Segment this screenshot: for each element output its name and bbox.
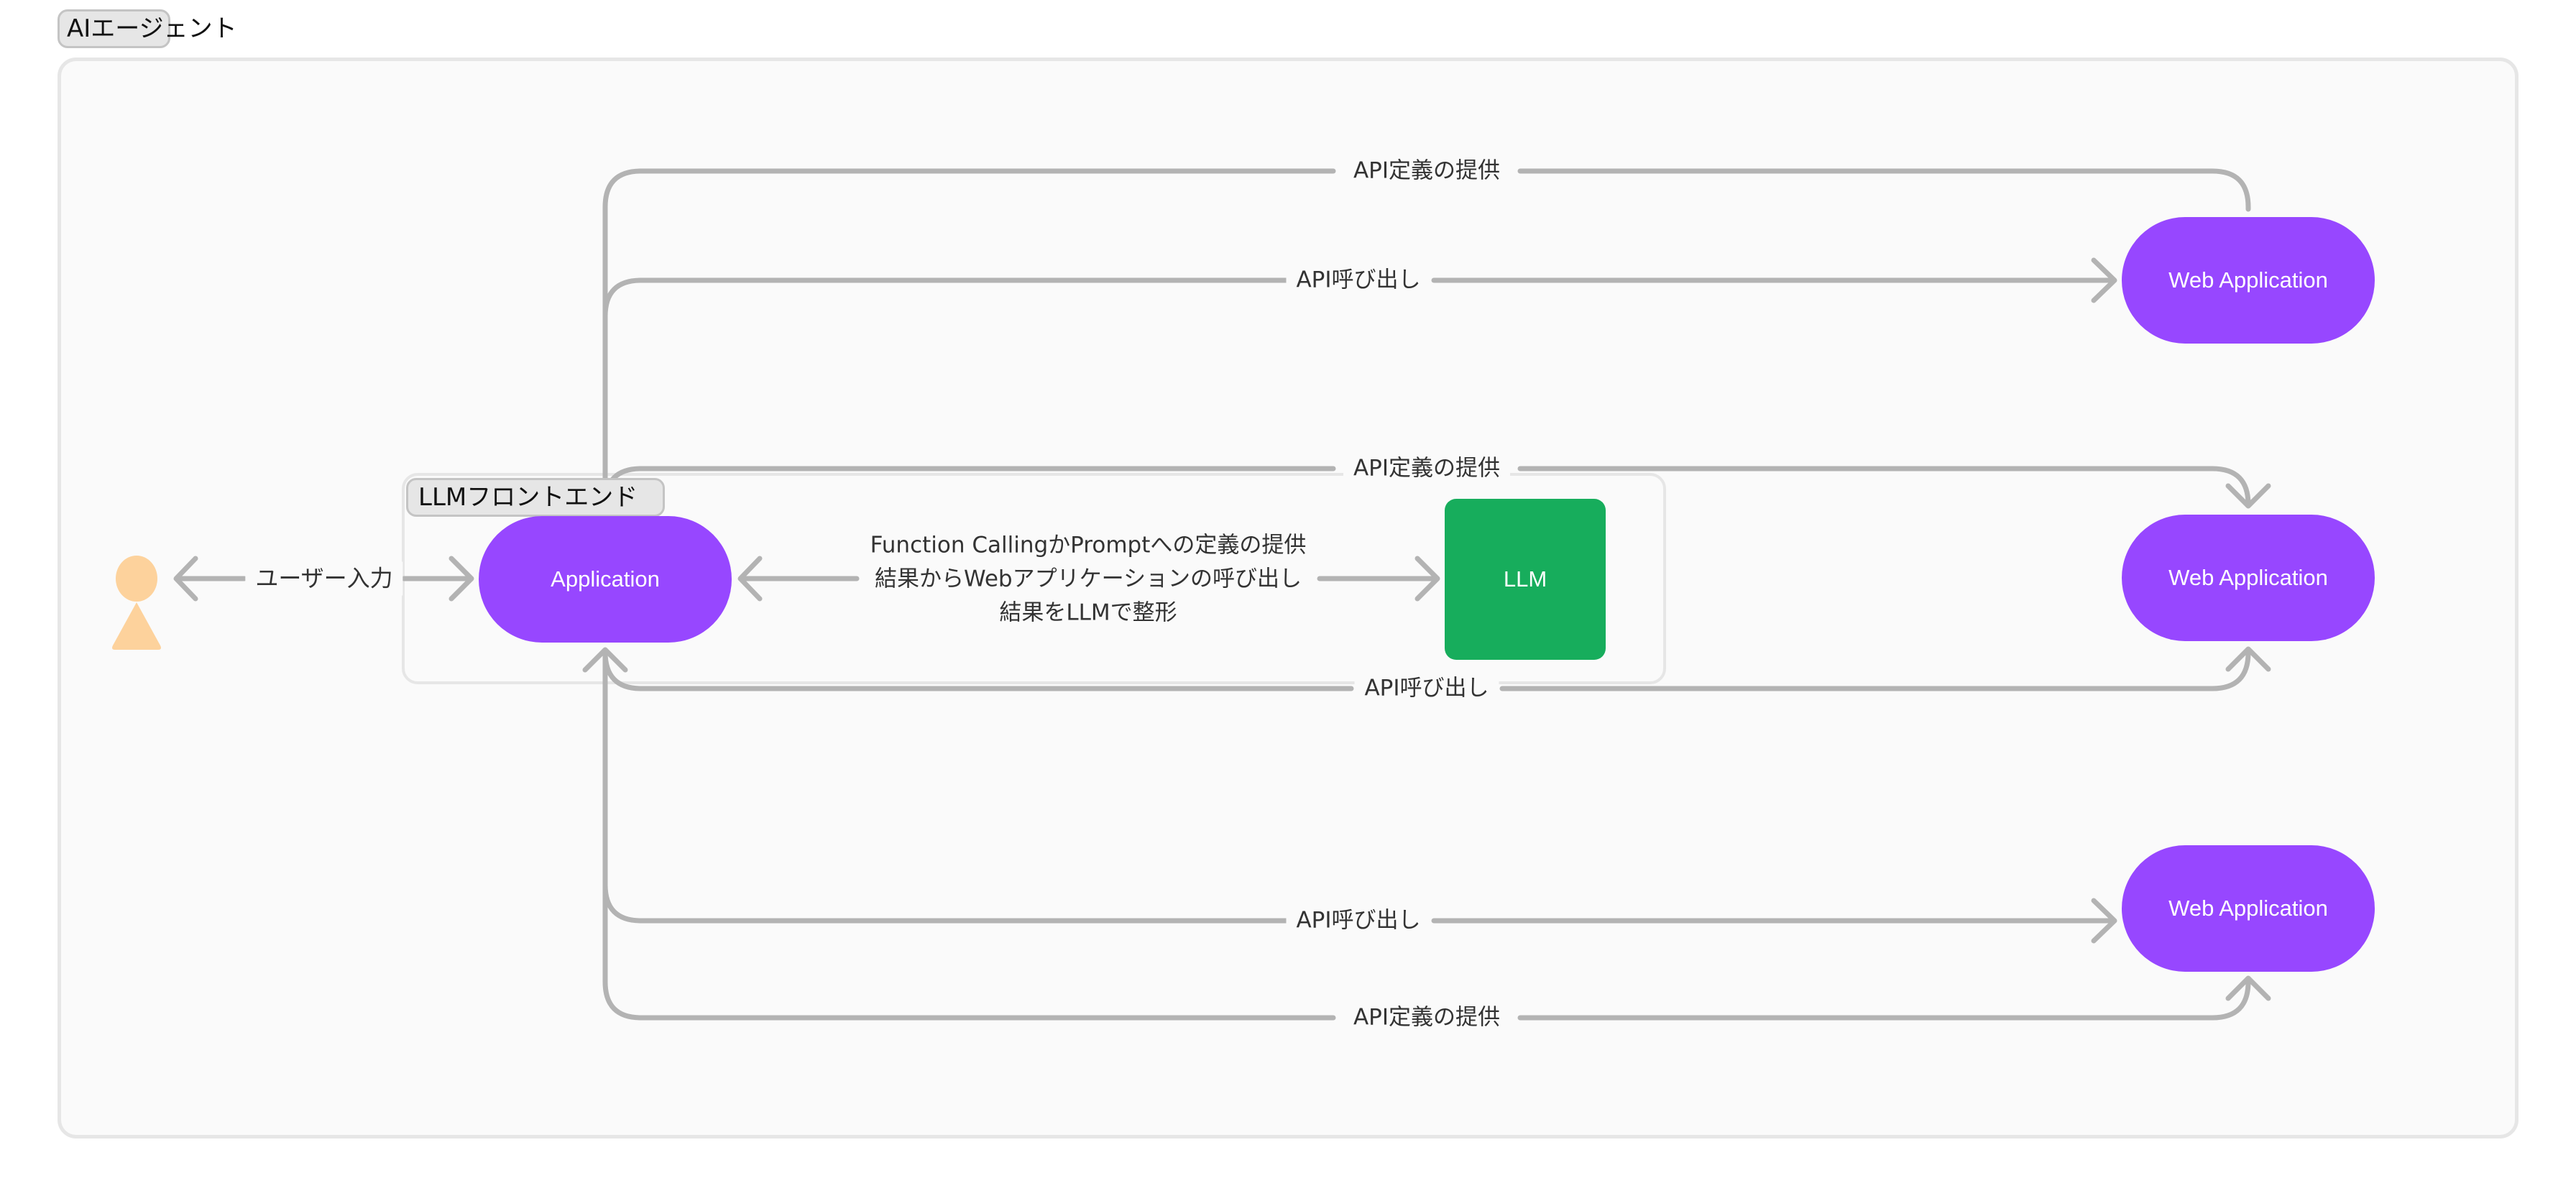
- edge-web2-api-def-left[interactable]: [602, 466, 1336, 507]
- edge-label-app-llm-line-1: Function CallingかPromptへの定義の提供: [870, 532, 1307, 558]
- edge-web2-api-def-right[interactable]: [1517, 466, 2251, 507]
- edge-web2-api-call-left[interactable]: [602, 649, 1354, 691]
- edge-web3-api-def-right[interactable]: [1517, 979, 2251, 1021]
- edge-label-web1-api-call: API呼び出し: [1286, 263, 1431, 298]
- edge-label-app-llm: Function CallingかPromptへの定義の提供 結果からWebアプ…: [860, 529, 1317, 630]
- edge-label-web2-api-call: API呼び出し: [1354, 671, 1499, 706]
- edge-label-web3-api-def: API定義の提供: [1343, 1000, 1511, 1035]
- llm-node[interactable]: LLM: [1445, 499, 1606, 660]
- edge-label-user-input: ユーザー入力: [245, 561, 403, 596]
- person-icon[interactable]: [108, 553, 165, 651]
- edge-web1-api-call-left[interactable]: [602, 277, 1293, 319]
- web-application-node-3[interactable]: Web Application: [2122, 845, 2375, 972]
- edge-web2-api-call-right[interactable]: [1499, 650, 2251, 691]
- web-application-node-2[interactable]: Web Application: [2122, 515, 2375, 641]
- edge-label-app-llm-line-3: 結果をLLMで整形: [999, 599, 1177, 626]
- edge-label-web2-api-def: API定義の提供: [1343, 451, 1511, 486]
- edge-label-app-llm-line-2: 結果からWebアプリケーションの呼び出し: [875, 566, 1302, 592]
- web-application-node-1[interactable]: Web Application: [2122, 217, 2375, 344]
- edge-trunk-down[interactable]: [602, 648, 1336, 1021]
- group-label-llm-frontend: LLMフロントエンド: [406, 478, 665, 517]
- application-node[interactable]: Application: [479, 516, 732, 643]
- edge-label-web3-api-call: API呼び出し: [1286, 903, 1431, 938]
- edge-web3-api-call-left[interactable]: [602, 882, 1293, 924]
- edge-web1-api-def[interactable]: [1517, 168, 2251, 212]
- edge-trunk-up[interactable]: [602, 168, 1336, 518]
- edge-label-web1-api-def: API定義の提供: [1343, 154, 1511, 188]
